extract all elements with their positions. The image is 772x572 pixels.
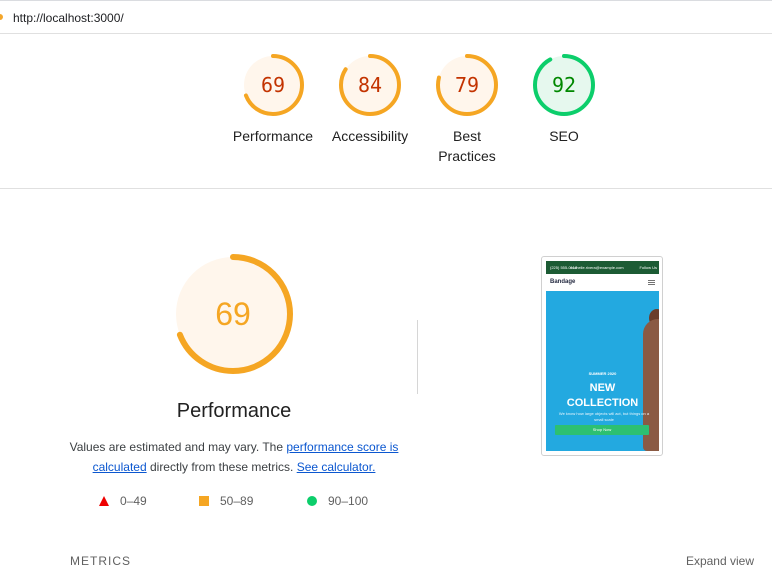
gauge-accessibility-ring: 84	[339, 54, 401, 116]
legend-fail: 0–49	[99, 494, 147, 508]
performance-main-gauge: 69	[173, 254, 293, 374]
thumb-headline-1: NEW	[589, 382, 616, 394]
thumb-email: michelle.rivera@example.com	[570, 265, 624, 270]
expand-view-toggle[interactable]: Expand view	[686, 554, 754, 568]
legend-fail-range: 0–49	[120, 494, 147, 508]
thumb-top-bar: (225) 555-0118 michelle.rivera@example.c…	[546, 261, 659, 274]
score-gauges: 69 Performance 84 Accessibility 79 Best P…	[0, 52, 772, 172]
legend-average: 50–89	[199, 494, 253, 508]
square-icon	[199, 496, 209, 506]
gauge-best-practices[interactable]: 79 Best Practices	[417, 52, 517, 166]
thumb-shop-button: Shop Now	[555, 425, 649, 435]
gauge-best-practices-label-line-1: Best	[452, 128, 481, 144]
gauge-performance-ring: 69	[242, 54, 304, 116]
gauge-accessibility-score: 84	[358, 73, 382, 97]
gauge-best-practices-label: Best Practices	[417, 126, 517, 166]
gauge-performance-score: 69	[261, 73, 285, 97]
gauge-performance[interactable]: 69 Performance	[223, 52, 323, 146]
performance-description: Values are estimated and may vary. The p…	[68, 437, 400, 477]
vertical-divider	[417, 320, 418, 394]
section-divider	[0, 188, 772, 189]
gauge-seo-score: 92	[552, 73, 576, 97]
final-screenshot-thumbnail[interactable]: (225) 555-0118 michelle.rivera@example.c…	[541, 256, 663, 456]
thumb-subtext: We know how large objects will act, but …	[558, 411, 650, 422]
legend-pass-range: 90–100	[328, 494, 369, 508]
legend-pass: 90–100	[307, 494, 368, 508]
thumb-follow: Follow Us	[639, 265, 657, 270]
thumb-hero: SUMMER 2020 NEW COLLECTION We know how la…	[546, 291, 659, 451]
performance-title: Performance	[176, 400, 292, 422]
gauge-seo-label-line: SEO	[549, 128, 579, 144]
thumb-season: SUMMER 2020	[588, 371, 617, 376]
gauge-seo-ring: 92	[533, 54, 595, 116]
performance-main-score: 69	[215, 296, 251, 332]
thumb-navbar: Bandage	[546, 276, 659, 292]
thumb-headline-2: COLLECTION	[566, 397, 639, 409]
hamburger-menu-icon	[648, 280, 655, 285]
thumb-headline: NEW COLLECTION	[546, 381, 659, 411]
gauge-accessibility-label: Accessibility	[320, 126, 420, 146]
gauge-performance-label-line: Performance	[232, 128, 314, 144]
gauge-best-practices-label-line-2: Practices	[438, 148, 496, 164]
gauge-best-practices-ring: 79	[436, 54, 498, 116]
gauge-accessibility[interactable]: 84 Accessibility	[320, 52, 420, 146]
gauge-accessibility-label-line: Accessibility	[331, 128, 409, 144]
url-text[interactable]: http://localhost:3000/	[13, 11, 124, 25]
address-bar[interactable]: http://localhost:3000/	[0, 0, 772, 34]
performance-desc-text-1: Values are estimated and may vary. The	[69, 440, 287, 454]
triangle-icon	[99, 496, 109, 506]
score-legend: 0–49 50–89 90–100	[0, 494, 772, 510]
thumb-brand: Bandage	[550, 279, 576, 285]
metrics-heading: METRICS	[70, 554, 131, 568]
performance-desc-text-2: directly from these metrics.	[146, 460, 297, 474]
gauge-seo[interactable]: 92 SEO	[514, 52, 614, 146]
gauge-seo-label: SEO	[514, 126, 614, 146]
gauge-performance-label: Performance	[223, 126, 323, 146]
circle-icon	[307, 496, 317, 506]
gauge-best-practices-score: 79	[455, 73, 479, 97]
page-favicon-dot	[0, 14, 3, 20]
legend-average-range: 50–89	[220, 494, 254, 508]
see-calculator-link[interactable]: See calculator.	[297, 460, 376, 474]
